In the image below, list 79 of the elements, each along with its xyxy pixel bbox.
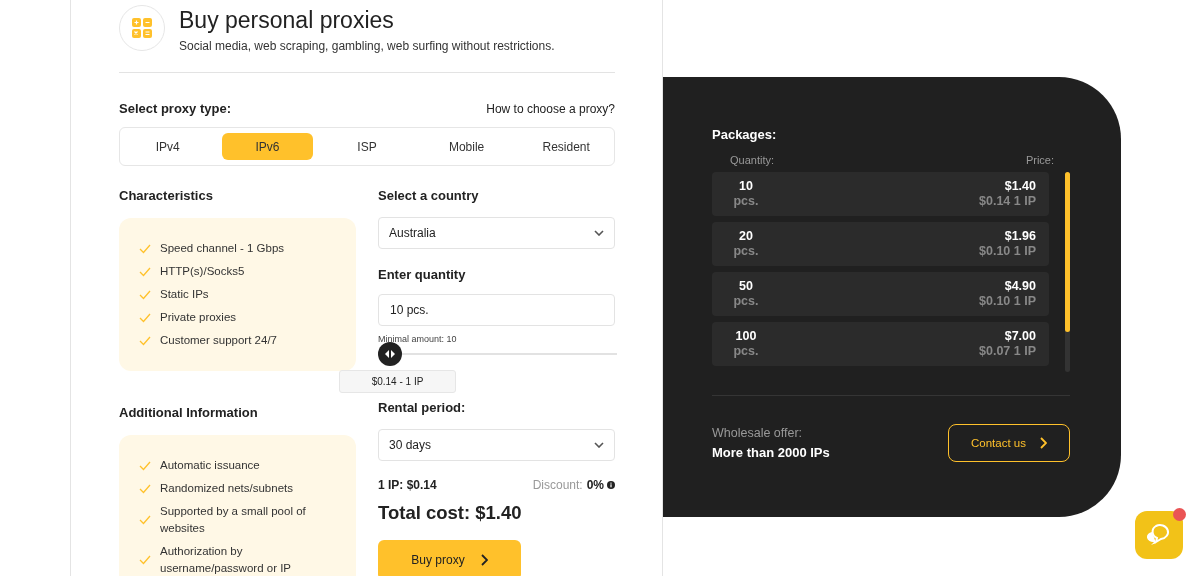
package-quantity: 10: [739, 179, 753, 194]
check-icon: [139, 243, 151, 254]
discount-value: 0%: [586, 478, 604, 492]
package-unit: pcs.: [733, 294, 759, 309]
proxy-type-tab[interactable]: IPv4: [122, 133, 214, 160]
chevron-down-icon: [594, 442, 604, 448]
slider-handle[interactable]: [378, 342, 402, 366]
feature-text: Customer support 24/7: [160, 333, 277, 348]
column-header: Price:: [1025, 154, 1054, 166]
field-label: Rental period:: [378, 400, 467, 417]
contact-button[interactable]: Contact us: [948, 424, 1070, 462]
feature-text: Speed channel - 1 Gbps: [160, 241, 285, 256]
rental-period-select[interactable]: 30 days: [378, 429, 615, 461]
package-unit: pcs.: [733, 194, 759, 209]
package-price: $4.90: [1004, 279, 1036, 294]
price-per-ip: 1 IP: $0.14: [378, 478, 438, 492]
proxy-type-tab[interactable]: IPv6: [221, 133, 314, 160]
check-icon: [139, 515, 151, 525]
package-row[interactable]: 50 pcs. $4.90 $0.10 1 IP: [712, 272, 1049, 316]
feature-text: Static IPs: [160, 287, 209, 302]
feature-text: Supported by a small pool of websites: [160, 504, 307, 536]
package-unit: pcs.: [733, 244, 759, 259]
section-heading: Characteristics: [119, 188, 214, 205]
package-quantity: 100: [735, 329, 757, 344]
field-label: Enter quantity: [378, 267, 467, 284]
column-header: Quantity:: [730, 154, 775, 166]
info-icon: [607, 481, 615, 489]
proxy-type-tab[interactable]: ISP: [321, 133, 413, 160]
package-price-per-ip: $0.10 1 IP: [979, 294, 1036, 309]
package-price-per-ip: $0.07 1 IP: [979, 344, 1036, 359]
check-icon: [139, 312, 151, 323]
chat-button[interactable]: [1135, 511, 1183, 559]
feature-text: Private proxies: [160, 310, 237, 325]
section-label: Select proxy type:: [119, 101, 231, 116]
chat-bubbles-icon: [1146, 523, 1172, 547]
package-price: $1.40: [1004, 179, 1036, 194]
chevron-right-icon: [480, 554, 488, 566]
check-icon: [139, 460, 151, 471]
help-link[interactable]: How to choose a proxy?: [486, 101, 615, 116]
check-icon: [139, 483, 151, 494]
check-icon: [139, 555, 151, 565]
country-select[interactable]: Australia: [378, 217, 615, 249]
feature-text: Automatic issuance: [160, 458, 260, 473]
discount-label: Discount:: [532, 478, 583, 492]
price-tooltip: $0.14 - 1 IP: [339, 370, 456, 393]
chevron-down-icon: [594, 230, 604, 236]
package-row[interactable]: 100 pcs. $7.00 $0.07 1 IP: [712, 322, 1049, 366]
proxy-type-tab[interactable]: Resident: [520, 133, 612, 160]
package-quantity: 50: [739, 279, 753, 294]
check-icon: [139, 266, 151, 277]
feature-text: Randomized nets/subnets: [160, 481, 293, 496]
field-label: Select a country: [378, 188, 480, 205]
feature-text: Authorization by username/password or IP: [160, 544, 293, 576]
buy-button[interactable]: Buy proxy: [378, 540, 521, 576]
package-price-per-ip: $0.14 1 IP: [979, 194, 1036, 209]
packages-title: Packages:: [712, 127, 778, 142]
proxy-type-tab[interactable]: Mobile: [420, 133, 513, 160]
package-price: $1.96: [1004, 229, 1036, 244]
total-cost: Total cost: $1.40: [378, 502, 523, 524]
package-row[interactable]: 10 pcs. $1.40 $0.14 1 IP: [712, 172, 1049, 216]
calculator-icon: [119, 5, 165, 51]
wholesale-label: Wholesale offer:: [712, 426, 804, 440]
package-price: $7.00: [1004, 329, 1036, 344]
package-unit: pcs.: [733, 344, 759, 359]
page-subtitle: Social media, web scraping, gambling, web surfing without restrictions.: [179, 39, 555, 53]
check-icon: [139, 289, 151, 300]
quantity-input[interactable]: 10 pcs.: [378, 294, 615, 326]
notification-dot: [1173, 508, 1186, 521]
page-title: Buy personal proxies: [179, 7, 395, 34]
package-price-per-ip: $0.10 1 IP: [979, 244, 1036, 259]
scrollbar[interactable]: [1065, 172, 1070, 372]
field-hint: Minimal amount: 10: [378, 334, 458, 344]
section-heading: Additional Information: [119, 405, 259, 422]
package-quantity: 20: [739, 229, 753, 244]
chevron-right-icon: [1040, 437, 1047, 449]
wholesale-text: More than 2000 IPs: [712, 445, 830, 460]
check-icon: [139, 335, 151, 346]
feature-text: HTTP(s)/Socks5: [160, 264, 245, 279]
package-row[interactable]: 20 pcs. $1.96 $0.10 1 IP: [712, 222, 1049, 266]
